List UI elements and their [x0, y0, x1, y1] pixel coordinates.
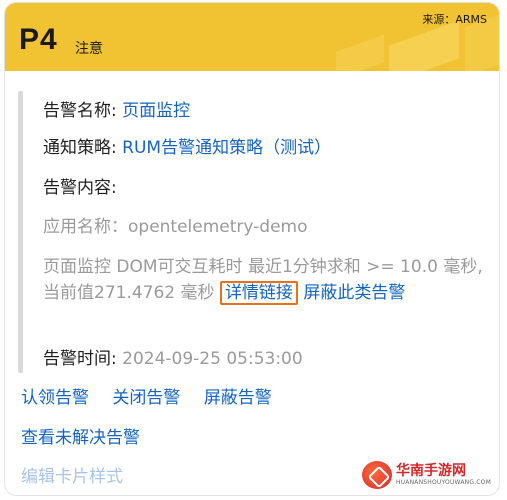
watermark-name: 华南手游网	[395, 463, 466, 479]
watermark-url: HUANANSHOUYOUWANG.COM	[395, 479, 491, 486]
header-decoration	[389, 20, 459, 71]
close-alert-button[interactable]: 关闭告警	[112, 388, 180, 408]
watermark: 华南手游网 HUANANSHOUYOUWANG.COM	[361, 461, 491, 489]
shield-alert-button[interactable]: 屏蔽告警	[204, 388, 272, 408]
alert-card: P4 注意 来源：ARMS 告警名称: 页面监控 通知策略: RUM告警通知策略…	[4, 2, 500, 496]
alert-time-value: 2024-09-25 05:53:00	[122, 349, 303, 369]
card-header: P4 注意 来源：ARMS	[5, 3, 499, 71]
edit-card-style-link[interactable]: 编辑卡片样式	[21, 465, 123, 489]
view-unresolved-button[interactable]: 查看未解决告警	[21, 426, 140, 450]
content-row: 告警内容:	[43, 176, 117, 200]
severity-level: P4	[19, 23, 58, 56]
header-decoration	[336, 34, 384, 71]
content-label: 告警内容:	[43, 178, 117, 198]
alert-time-label: 告警时间:	[43, 349, 117, 369]
claim-alert-button[interactable]: 认领告警	[21, 388, 89, 408]
severity-label: 注意	[75, 41, 103, 57]
alert-source: 来源：ARMS	[422, 13, 487, 26]
policy-link[interactable]: RUM告警通知策略（测试）	[122, 138, 331, 158]
quote-bar	[18, 91, 23, 373]
detail-link[interactable]: 详情链接	[219, 281, 298, 305]
action-bar: 认领告警 关闭告警 屏蔽告警	[21, 386, 290, 410]
policy-label: 通知策略:	[43, 138, 117, 158]
alert-time-row: 告警时间: 2024-09-25 05:53:00	[43, 347, 303, 371]
alert-message: 页面监控 DOM可交互耗时 最近1分钟求和 >= 10.0 毫秒, 当前值271…	[43, 254, 483, 306]
policy-row: 通知策略: RUM告警通知策略（测试）	[43, 136, 331, 160]
watermark-logo-icon	[361, 461, 392, 489]
shield-this-alert-link[interactable]: 屏蔽此类告警	[303, 283, 405, 303]
app-name-text: 应用名称：opentelemetry-demo	[43, 217, 308, 237]
watermark-text: 华南手游网 HUANANSHOUYOUWANG.COM	[396, 464, 491, 486]
alert-name-link[interactable]: 页面监控	[122, 101, 190, 121]
alert-name-label: 告警名称:	[43, 101, 117, 121]
alert-name-row: 告警名称: 页面监控	[43, 99, 190, 123]
